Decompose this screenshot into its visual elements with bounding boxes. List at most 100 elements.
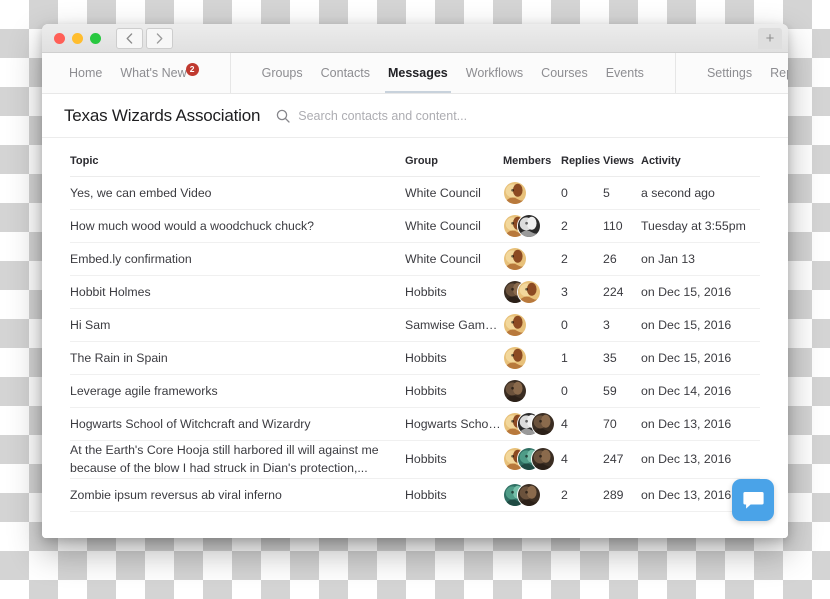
table-row[interactable]: Hi Sam Samwise Gamgee 0 3 on Dec 15, 2016 <box>70 308 760 342</box>
cell-topic[interactable]: The Rain in Spain <box>70 341 405 375</box>
cell-group[interactable]: Hobbits <box>405 275 503 309</box>
member-avatar[interactable] <box>503 181 527 205</box>
back-button[interactable] <box>116 27 143 49</box>
member-avatar[interactable] <box>503 247 527 271</box>
member-avatar-image <box>504 314 526 336</box>
table-row[interactable]: Hogwarts School of Witchcraft and Wizard… <box>70 407 760 441</box>
cell-members <box>503 308 561 342</box>
member-avatar[interactable] <box>503 379 527 403</box>
member-avatar[interactable] <box>531 412 555 436</box>
nav-item-events[interactable]: Events <box>597 53 653 93</box>
cell-group[interactable]: Samwise Gamgee <box>405 308 503 342</box>
table-row[interactable]: How much wood would a woodchuck chuck? Wh… <box>70 209 760 243</box>
table-row[interactable]: Yes, we can embed Video White Council 0 5 a … <box>70 176 760 210</box>
nav-item-workflows[interactable]: Workflows <box>457 53 532 93</box>
cell-replies: 3 <box>561 275 603 309</box>
member-avatar[interactable] <box>517 280 541 304</box>
nav-item-contacts[interactable]: Contacts <box>312 53 379 93</box>
minimize-window-button[interactable] <box>72 32 83 44</box>
nav-item-home[interactable]: Home <box>60 53 111 93</box>
nav-item-settings[interactable]: Settings <box>698 53 761 93</box>
member-avatar-image <box>532 413 554 435</box>
cell-topic[interactable]: Embed.ly confirmation <box>70 242 405 276</box>
nav-item-whats-new[interactable]: What's New 2 <box>111 53 207 93</box>
cell-group[interactable]: Hobbits <box>405 478 503 512</box>
member-avatar-stack <box>503 482 561 507</box>
cell-topic[interactable]: Hobbit Holmes <box>70 275 405 309</box>
member-avatar[interactable] <box>503 313 527 337</box>
member-avatar[interactable] <box>517 482 541 507</box>
search-icon <box>277 109 290 123</box>
cell-topic[interactable]: How much wood would a woodchuck chuck? <box>70 209 405 243</box>
member-avatar-stack <box>503 447 561 472</box>
nav-item-courses[interactable]: Courses <box>532 53 597 93</box>
column-header-topic[interactable]: Topic <box>70 138 405 177</box>
column-header-members[interactable]: Members <box>503 138 561 177</box>
table-row[interactable]: Leverage agile frameworks Hobbits 0 59 on De… <box>70 374 760 408</box>
column-header-group[interactable]: Group <box>405 138 503 177</box>
column-header-activity[interactable]: Activity <box>641 138 760 177</box>
member-avatar-stack <box>503 181 561 205</box>
cell-activity: Tuesday at 3:55pm <box>641 209 760 243</box>
cell-members <box>503 341 561 375</box>
table-row[interactable]: Zombie ipsum reversus ab viral inferno Ho… <box>70 478 760 512</box>
cell-members <box>503 242 561 276</box>
cell-topic[interactable]: Hi Sam <box>70 308 405 342</box>
table-row[interactable]: The Rain in Spain Hobbits 1 35 on Dec 15, 20… <box>70 341 760 375</box>
cell-views: 110 <box>603 209 641 243</box>
member-avatar-stack <box>503 280 561 304</box>
cell-views: 70 <box>603 407 641 441</box>
nav-group-sections: Groups Contacts Messages Workflows Cours… <box>229 53 653 93</box>
table-body: Yes, we can embed Video White Council 0 5 a … <box>70 176 760 512</box>
maximize-window-button[interactable] <box>90 32 101 44</box>
forward-button[interactable] <box>146 27 173 49</box>
cell-replies: 4 <box>561 407 603 441</box>
cell-topic[interactable]: At the Earth's Core Hooja still harbored… <box>70 440 405 479</box>
new-tab-button[interactable]: + <box>758 28 782 49</box>
cell-group[interactable]: Hobbits <box>405 341 503 375</box>
cell-views: 224 <box>603 275 641 309</box>
table-row[interactable]: Embed.ly confirmation White Council 2 26 on … <box>70 242 760 276</box>
whats-new-badge: 2 <box>185 62 199 76</box>
member-avatar[interactable] <box>517 214 541 238</box>
member-avatar-stack <box>503 379 561 403</box>
cell-group[interactable]: Hobbits <box>405 374 503 408</box>
search-bar[interactable] <box>276 108 766 123</box>
cell-topic[interactable]: Yes, we can embed Video <box>70 176 405 210</box>
column-header-replies[interactable]: Replies <box>561 138 603 177</box>
chat-launcher-button[interactable] <box>732 479 774 521</box>
member-avatar-image <box>518 215 540 237</box>
cell-group[interactable]: White Council <box>405 209 503 243</box>
search-input[interactable] <box>298 108 766 123</box>
cell-replies: 2 <box>561 242 603 276</box>
cell-group[interactable]: White Council <box>405 176 503 210</box>
nav-item-reports[interactable]: Reports <box>761 53 788 93</box>
close-window-button[interactable] <box>54 32 65 44</box>
cell-activity: on Dec 13, 2016 <box>641 407 760 441</box>
cell-group[interactable]: Hobbits <box>405 440 503 479</box>
cell-replies: 0 <box>561 374 603 408</box>
cell-members <box>503 407 561 441</box>
cell-members <box>503 478 561 512</box>
nav-label: Courses <box>541 66 588 80</box>
column-header-views[interactable]: Views <box>603 138 641 177</box>
cell-topic[interactable]: Zombie ipsum reversus ab viral inferno <box>70 478 405 512</box>
cell-group[interactable]: White Council <box>405 242 503 276</box>
member-avatar[interactable] <box>503 346 527 370</box>
table-row[interactable]: At the Earth's Core Hooja still harbored… <box>70 440 760 479</box>
nav-item-messages[interactable]: Messages <box>379 53 457 93</box>
cell-group[interactable]: Hogwarts School of... <box>405 407 503 441</box>
table-row[interactable]: Hobbit Holmes Hobbits 3 224 on Dec 15, 2016 <box>70 275 760 309</box>
org-header: Texas Wizards Association <box>42 94 788 138</box>
window-titlebar: + <box>42 24 788 53</box>
cell-replies: 0 <box>561 308 603 342</box>
nav-group-primary: Home What's New 2 <box>60 53 208 93</box>
member-avatar[interactable] <box>531 447 555 472</box>
cell-topic[interactable]: Hogwarts School of Witchcraft and Wizard… <box>70 407 405 441</box>
member-avatar-image <box>504 380 526 402</box>
cell-topic[interactable]: Leverage agile frameworks <box>70 374 405 408</box>
nav-item-groups[interactable]: Groups <box>253 53 312 93</box>
nav-label: Settings <box>706 66 753 80</box>
cell-members <box>503 440 561 479</box>
messages-table-area: Topic Group Members Replies Views Activi… <box>42 138 788 538</box>
